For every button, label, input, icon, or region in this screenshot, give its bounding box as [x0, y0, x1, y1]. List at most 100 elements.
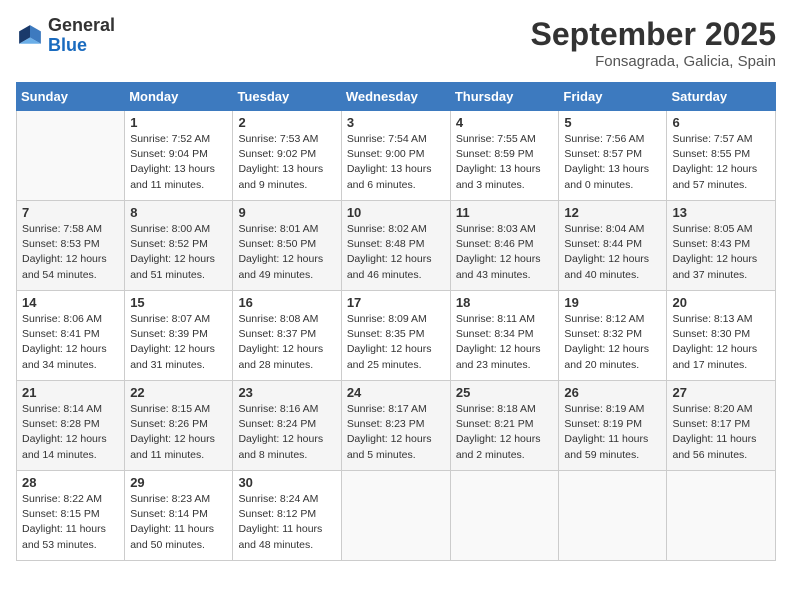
day-number: 24 — [347, 385, 445, 400]
day-info: Sunrise: 8:18 AMSunset: 8:21 PMDaylight:… — [456, 402, 554, 463]
calendar-cell: 29Sunrise: 8:23 AMSunset: 8:14 PMDayligh… — [125, 471, 233, 561]
month-title: September 2025 — [531, 16, 776, 53]
day-info: Sunrise: 8:24 AMSunset: 8:12 PMDaylight:… — [238, 492, 335, 553]
logo: General Blue — [16, 16, 115, 56]
day-info: Sunrise: 8:03 AMSunset: 8:46 PMDaylight:… — [456, 222, 554, 283]
weekday-header-saturday: Saturday — [667, 83, 776, 111]
calendar-cell: 22 Sunrise: 8:15 AMSunset: 8:26 PMDayligh… — [125, 381, 233, 471]
day-info: Sunrise: 7:55 AMSunset: 8:59 PMDaylight:… — [456, 132, 554, 193]
calendar-cell: 1Sunrise: 7:52 AMSunset: 9:04 PMDaylight… — [125, 111, 233, 201]
calendar-cell: 24Sunrise: 8:17 AMSunset: 8:23 PMDayligh… — [341, 381, 450, 471]
day-number: 3 — [347, 115, 445, 130]
calendar-cell: 30 Sunrise: 8:24 AMSunset: 8:12 PMDayligh… — [233, 471, 341, 561]
day-info: Sunrise: 8:20 AMSunset: 8:17 PMDaylight:… — [672, 402, 770, 463]
day-info: Sunrise: 7:56 AMSunset: 8:57 PMDaylight:… — [564, 132, 661, 193]
calendar-cell — [450, 471, 559, 561]
weekday-header-wednesday: Wednesday — [341, 83, 450, 111]
day-info: Sunrise: 8:01 AMSunset: 8:50 PMDaylight:… — [238, 222, 335, 283]
day-number: 30 — [238, 475, 335, 490]
calendar-cell: 10Sunrise: 8:02 AMSunset: 8:48 PMDayligh… — [341, 201, 450, 291]
weekday-header-monday: Monday — [125, 83, 233, 111]
title-block: September 2025 Fonsagrada, Galicia, Spai… — [531, 16, 776, 70]
day-number: 14 — [22, 295, 119, 310]
calendar-cell: 16 Sunrise: 8:08 AMSunset: 8:37 PMDayligh… — [233, 291, 341, 381]
calendar-body: 1Sunrise: 7:52 AMSunset: 9:04 PMDaylight… — [17, 111, 776, 561]
day-number: 12 — [564, 205, 661, 220]
calendar-cell: 18 Sunrise: 8:11 AMSunset: 8:34 PMDayligh… — [450, 291, 559, 381]
calendar-cell: 5Sunrise: 7:56 AMSunset: 8:57 PMDaylight… — [559, 111, 667, 201]
calendar-cell: 12 Sunrise: 8:04 AMSunset: 8:44 PMDayligh… — [559, 201, 667, 291]
calendar-cell: 20Sunrise: 8:13 AMSunset: 8:30 PMDayligh… — [667, 291, 776, 381]
calendar-cell: 13 Sunrise: 8:05 AMSunset: 8:43 PMDayligh… — [667, 201, 776, 291]
calendar-cell: 11 Sunrise: 8:03 AMSunset: 8:46 PMDayligh… — [450, 201, 559, 291]
day-info: Sunrise: 8:05 AMSunset: 8:43 PMDaylight:… — [672, 222, 770, 283]
calendar-cell: 17 Sunrise: 8:09 AMSunset: 8:35 PMDayligh… — [341, 291, 450, 381]
calendar-week-3: 14 Sunrise: 8:06 AMSunset: 8:41 PMDayligh… — [17, 291, 776, 381]
calendar-cell — [341, 471, 450, 561]
day-info: Sunrise: 8:04 AMSunset: 8:44 PMDaylight:… — [564, 222, 661, 283]
weekday-header-sunday: Sunday — [17, 83, 125, 111]
calendar-cell: 4 Sunrise: 7:55 AMSunset: 8:59 PMDaylight… — [450, 111, 559, 201]
day-info: Sunrise: 8:00 AMSunset: 8:52 PMDaylight:… — [130, 222, 227, 283]
day-number: 15 — [130, 295, 227, 310]
calendar-cell: 2 Sunrise: 7:53 AMSunset: 9:02 PMDaylight… — [233, 111, 341, 201]
day-info: Sunrise: 8:07 AMSunset: 8:39 PMDaylight:… — [130, 312, 227, 373]
day-number: 16 — [238, 295, 335, 310]
day-info: Sunrise: 8:19 AMSunset: 8:19 PMDaylight:… — [564, 402, 661, 463]
calendar-cell — [667, 471, 776, 561]
day-number: 23 — [238, 385, 335, 400]
calendar-cell: 21Sunrise: 8:14 AMSunset: 8:28 PMDayligh… — [17, 381, 125, 471]
day-number: 7 — [22, 205, 119, 220]
calendar-week-1: 1Sunrise: 7:52 AMSunset: 9:04 PMDaylight… — [17, 111, 776, 201]
day-number: 20 — [672, 295, 770, 310]
day-info: Sunrise: 8:08 AMSunset: 8:37 PMDaylight:… — [238, 312, 335, 373]
day-info: Sunrise: 8:14 AMSunset: 8:28 PMDaylight:… — [22, 402, 119, 463]
day-number: 28 — [22, 475, 119, 490]
weekday-header-tuesday: Tuesday — [233, 83, 341, 111]
logo-text: General Blue — [48, 16, 115, 56]
day-number: 19 — [564, 295, 661, 310]
calendar-cell: 15 Sunrise: 8:07 AMSunset: 8:39 PMDayligh… — [125, 291, 233, 381]
calendar-cell: 7Sunrise: 7:58 AMSunset: 8:53 PMDaylight… — [17, 201, 125, 291]
weekday-header-friday: Friday — [559, 83, 667, 111]
day-info: Sunrise: 8:12 AMSunset: 8:32 PMDaylight:… — [564, 312, 661, 373]
day-number: 22 — [130, 385, 227, 400]
day-info: Sunrise: 8:06 AMSunset: 8:41 PMDaylight:… — [22, 312, 119, 373]
calendar-cell: 9 Sunrise: 8:01 AMSunset: 8:50 PMDaylight… — [233, 201, 341, 291]
day-number: 29 — [130, 475, 227, 490]
calendar-table: SundayMondayTuesdayWednesdayThursdayFrid… — [16, 82, 776, 561]
day-info: Sunrise: 7:57 AMSunset: 8:55 PMDaylight:… — [672, 132, 770, 193]
logo-general: General — [48, 15, 115, 35]
weekday-header-thursday: Thursday — [450, 83, 559, 111]
day-number: 9 — [238, 205, 335, 220]
calendar-cell: 27 Sunrise: 8:20 AMSunset: 8:17 PMDayligh… — [667, 381, 776, 471]
day-number: 8 — [130, 205, 227, 220]
day-info: Sunrise: 8:16 AMSunset: 8:24 PMDaylight:… — [238, 402, 335, 463]
weekday-header-row: SundayMondayTuesdayWednesdayThursdayFrid… — [17, 83, 776, 111]
calendar-cell: 6Sunrise: 7:57 AMSunset: 8:55 PMDaylight… — [667, 111, 776, 201]
page-header: General Blue September 2025 Fonsagrada, … — [16, 16, 776, 70]
calendar-cell — [17, 111, 125, 201]
day-number: 11 — [456, 205, 554, 220]
day-number: 13 — [672, 205, 770, 220]
day-info: Sunrise: 8:15 AMSunset: 8:26 PMDaylight:… — [130, 402, 227, 463]
day-number: 4 — [456, 115, 554, 130]
calendar-cell: 8 Sunrise: 8:00 AMSunset: 8:52 PMDaylight… — [125, 201, 233, 291]
calendar-cell: 3 Sunrise: 7:54 AMSunset: 9:00 PMDaylight… — [341, 111, 450, 201]
day-info: Sunrise: 7:53 AMSunset: 9:02 PMDaylight:… — [238, 132, 335, 193]
day-number: 17 — [347, 295, 445, 310]
calendar-cell: 28 Sunrise: 8:22 AMSunset: 8:15 PMDayligh… — [17, 471, 125, 561]
day-number: 2 — [238, 115, 335, 130]
logo-icon — [16, 22, 44, 50]
day-number: 26 — [564, 385, 661, 400]
day-info: Sunrise: 8:09 AMSunset: 8:35 PMDaylight:… — [347, 312, 445, 373]
day-number: 27 — [672, 385, 770, 400]
day-info: Sunrise: 8:22 AMSunset: 8:15 PMDaylight:… — [22, 492, 119, 553]
day-number: 18 — [456, 295, 554, 310]
day-number: 25 — [456, 385, 554, 400]
calendar-cell: 19 Sunrise: 8:12 AMSunset: 8:32 PMDayligh… — [559, 291, 667, 381]
day-info: Sunrise: 7:54 AMSunset: 9:00 PMDaylight:… — [347, 132, 445, 193]
calendar-cell: 14 Sunrise: 8:06 AMSunset: 8:41 PMDayligh… — [17, 291, 125, 381]
day-info: Sunrise: 8:11 AMSunset: 8:34 PMDaylight:… — [456, 312, 554, 373]
day-number: 1 — [130, 115, 227, 130]
